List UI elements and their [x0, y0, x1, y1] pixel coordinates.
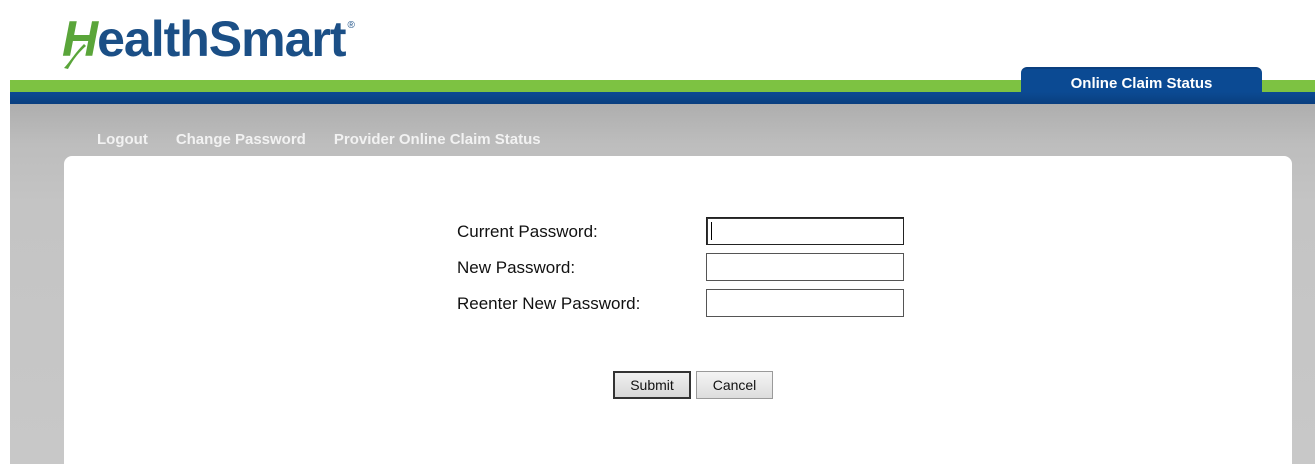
submit-button[interactable]: Submit [613, 371, 691, 399]
text-caret [711, 222, 712, 240]
cancel-button[interactable]: Cancel [696, 371, 773, 399]
logo-h-letter: H [62, 11, 98, 67]
reenter-password-field[interactable] [706, 289, 904, 317]
nav-change-password[interactable]: Change Password [176, 131, 306, 148]
logo-text: HealthSmart [62, 10, 347, 68]
healthsmart-logo: HealthSmart ® [62, 6, 355, 69]
current-password-label: Current Password: [457, 222, 598, 241]
new-password-label: New Password: [457, 258, 576, 277]
new-password-field[interactable] [706, 253, 904, 281]
top-nav: Logout Change Password Provider Online C… [97, 131, 541, 148]
nav-logout[interactable]: Logout [97, 131, 148, 148]
reenter-password-label: Reenter New Password: [457, 294, 641, 313]
nav-provider-online-claim-status[interactable]: Provider Online Claim Status [334, 131, 541, 148]
registered-mark: ® [347, 20, 355, 31]
current-password-field[interactable] [706, 217, 904, 245]
main-panel [64, 156, 1292, 476]
logo-rest: ealthSmart [97, 11, 346, 67]
header-blue-bar [10, 92, 1315, 104]
